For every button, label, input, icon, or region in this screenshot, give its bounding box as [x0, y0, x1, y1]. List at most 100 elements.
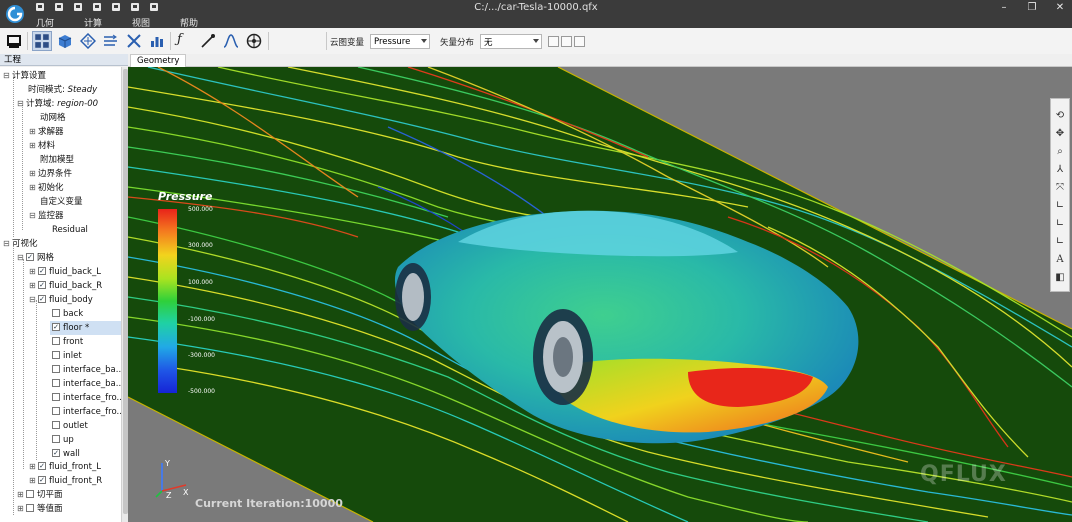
tree-monitor[interactable]: ⊟ 监控器 — [29, 209, 64, 223]
vector-select[interactable]: 无 — [480, 34, 543, 49]
tree-domain[interactable]: ⊟ 计算域: region-00 — [17, 97, 98, 111]
tree-outlet[interactable]: outlet — [52, 419, 88, 433]
checkbox[interactable] — [52, 364, 60, 373]
wheel-icon[interactable] — [246, 33, 262, 49]
minimize-button[interactable]: – — [998, 2, 1010, 13]
collapse-icon[interactable]: ⊟ — [29, 209, 38, 223]
collapse-icon[interactable]: ⊟ — [3, 69, 12, 83]
maximize-button[interactable]: ❐ — [1026, 2, 1038, 13]
tree-mesh[interactable]: ⊟ ✓ 网格 — [17, 251, 54, 265]
line-probe-icon[interactable] — [200, 33, 216, 49]
expand-icon[interactable]: ⊞ — [29, 167, 38, 181]
flow-icon[interactable] — [103, 33, 119, 49]
collapse-icon[interactable]: ⊟ — [17, 251, 26, 265]
tree-cut-plane[interactable]: ⊞ 切平面 — [17, 488, 63, 502]
checkbox[interactable] — [52, 378, 60, 387]
tree-interface-fro-1[interactable]: interface_fro... — [52, 391, 121, 405]
expand-icon[interactable]: ⊞ — [29, 139, 38, 153]
tree-floor[interactable]: ✓ floor * — [50, 321, 121, 335]
fit-icon[interactable]: ⤧ — [1054, 181, 1066, 195]
expand-icon[interactable]: ⊞ — [29, 181, 38, 195]
rotate-icon[interactable]: ⟲ — [1054, 109, 1066, 123]
checkbox[interactable]: ✓ — [26, 252, 34, 261]
tree-interface-fro-2[interactable]: interface_fro... — [52, 405, 121, 419]
tree-boundary[interactable]: ⊞ 边界条件 — [29, 167, 72, 181]
checkbox[interactable] — [52, 392, 60, 401]
zoom-icon[interactable]: ⌕ — [1054, 145, 1066, 159]
checkbox[interactable] — [52, 420, 60, 429]
chart-icon[interactable] — [149, 33, 165, 49]
cfd-scene[interactable] — [128, 67, 1072, 522]
checkbox[interactable]: ✓ — [38, 461, 46, 470]
tree-fluid-back-l[interactable]: ⊞ ✓ fluid_back_L — [29, 265, 101, 279]
tree-custom-var[interactable]: 自定义变量 — [40, 195, 83, 209]
project-panel-title: 工程 — [0, 54, 128, 66]
checkbox[interactable]: ✓ — [52, 322, 60, 331]
curve-icon[interactable] — [223, 33, 239, 49]
vector-delete-button[interactable] — [574, 36, 586, 47]
tree-fluid-front-l[interactable]: ⊞ ✓ fluid_front_L — [29, 460, 101, 474]
mesh-view-icon[interactable] — [6, 33, 22, 49]
tree-up[interactable]: up — [52, 433, 74, 447]
screenshot-icon[interactable]: ◧ — [1054, 271, 1066, 285]
tree-visualization[interactable]: ⊟ 可视化 — [3, 237, 38, 251]
function-icon[interactable]: ƒ — [177, 32, 193, 48]
checkbox[interactable] — [52, 336, 60, 345]
tree-material[interactable]: ⊞ 材料 — [29, 139, 55, 153]
tree-time-mode[interactable]: 时间模式: Steady — [28, 83, 97, 97]
expand-icon[interactable]: ⊞ — [29, 125, 38, 139]
checkbox[interactable] — [52, 308, 60, 317]
pan-icon[interactable]: ✥ — [1054, 127, 1066, 141]
checkbox[interactable] — [26, 489, 34, 498]
view-x-icon[interactable]: ∟ — [1054, 199, 1066, 213]
collapse-icon[interactable]: ⊟ — [3, 237, 12, 251]
tree-interface-ba-2[interactable]: interface_ba... — [52, 377, 121, 391]
checkbox[interactable]: ✓ — [38, 294, 46, 303]
expand-icon[interactable]: ⊞ — [29, 265, 38, 279]
layout-icon[interactable] — [32, 31, 52, 51]
close-button[interactable]: ✕ — [1054, 2, 1066, 13]
tools-icon[interactable] — [126, 33, 142, 49]
expand-icon[interactable]: ⊞ — [29, 460, 38, 474]
checkbox[interactable] — [52, 406, 60, 415]
checkbox[interactable]: ✓ — [38, 280, 46, 289]
tree-fluid-body[interactable]: ⊟ ✓ fluid_body — [29, 293, 93, 307]
expand-icon[interactable]: ⊞ — [29, 474, 38, 488]
view-y-icon[interactable]: ∟ — [1054, 217, 1066, 231]
tree-fluid-back-r[interactable]: ⊞ ✓ fluid_back_R — [29, 279, 102, 293]
expand-icon[interactable]: ⊞ — [17, 502, 26, 516]
expand-icon[interactable]: ⊞ — [17, 488, 26, 502]
tree-front[interactable]: front — [52, 335, 83, 349]
tree-iso-surface[interactable]: ⊞ 等值面 — [17, 502, 63, 516]
tree-back[interactable]: back — [52, 307, 83, 321]
geometry-icon[interactable] — [57, 33, 73, 49]
collapse-icon[interactable]: ⊟ — [17, 97, 26, 111]
contour-variable-select[interactable]: Pressure — [370, 34, 431, 49]
checkbox[interactable]: ✓ — [52, 448, 60, 457]
tree-solver[interactable]: ⊞ 求解器 — [29, 125, 64, 139]
tree-moving-mesh[interactable]: 动网格 — [40, 111, 66, 125]
annotation-icon[interactable]: A — [1054, 253, 1066, 267]
tree-residual[interactable]: Residual — [52, 223, 88, 237]
3d-viewport[interactable]: Pressure 500.000 300.000 100.000 -100.00… — [128, 67, 1072, 522]
checkbox[interactable] — [26, 503, 34, 512]
checkbox[interactable] — [52, 350, 60, 359]
collapse-icon[interactable]: ⊟ — [29, 293, 38, 307]
tab-geometry[interactable]: Geometry — [130, 54, 187, 67]
view-iso-icon[interactable]: ⅄ — [1054, 163, 1066, 177]
tree-calc-settings[interactable]: ⊟ 计算设置 — [3, 69, 46, 83]
vector-copy-button[interactable] — [561, 36, 573, 47]
tree-inlet[interactable]: inlet — [52, 349, 82, 363]
view-z-icon[interactable]: ∟ — [1054, 235, 1066, 249]
tree-extra-model[interactable]: 附加模型 — [40, 153, 74, 167]
checkbox[interactable]: ✓ — [38, 475, 46, 484]
expand-icon[interactable]: ⊞ — [29, 279, 38, 293]
mesh-icon[interactable] — [80, 33, 96, 49]
vector-edit-button[interactable] — [548, 36, 560, 47]
tree-fluid-front-r[interactable]: ⊞ ✓ fluid_front_R — [29, 474, 102, 488]
tree-wall[interactable]: ✓ wall — [52, 447, 80, 461]
checkbox[interactable] — [52, 434, 60, 443]
checkbox[interactable]: ✓ — [38, 266, 46, 275]
tree-initialization[interactable]: ⊞ 初始化 — [29, 181, 64, 195]
tree-interface-ba-1[interactable]: interface_ba... — [52, 363, 121, 377]
